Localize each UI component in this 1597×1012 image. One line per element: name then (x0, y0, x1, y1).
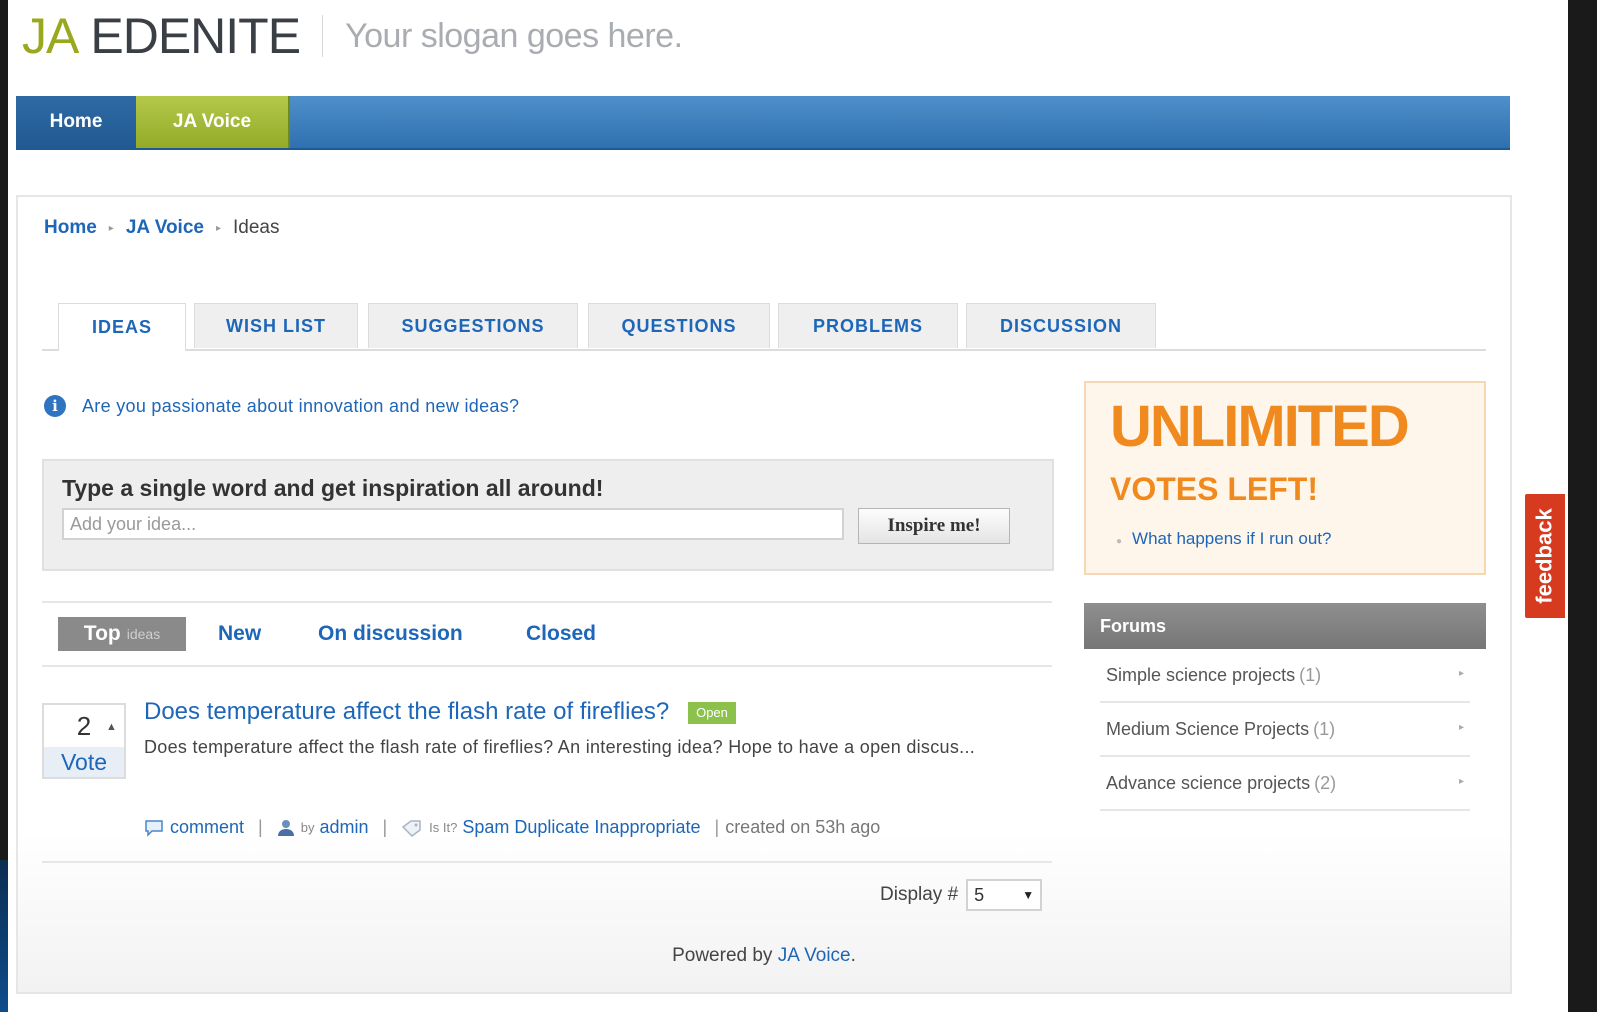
forums-header: Forums (1084, 603, 1486, 649)
forum-item[interactable]: Simple science projects (1) ▸ (1100, 649, 1470, 703)
display-count: Display # 5 ▼ (880, 879, 1043, 911)
vote-up-icon[interactable]: ▲ (106, 721, 117, 733)
meta-separator: | (382, 817, 388, 837)
meta-separator: | (258, 817, 263, 837)
tab-questions[interactable]: QUESTIONS (588, 303, 770, 348)
feedback-label: feedback (1532, 508, 1558, 604)
info-link[interactable]: Are you passionate about innovation and … (82, 396, 519, 417)
tag-icon (401, 819, 423, 837)
tab-problems[interactable]: PROBLEMS (778, 303, 958, 348)
forum-name: Simple science projects (1106, 665, 1296, 685)
idea-meta: comment | by admin | Is It? Spam Duplica… (144, 817, 880, 838)
comment-link[interactable]: comment (170, 817, 244, 838)
breadcrumb-separator-icon: ▸ (108, 222, 114, 234)
forum-count: (1) (1299, 665, 1322, 685)
breadcrumb: Home ▸ JA Voice ▸ Ideas (44, 217, 280, 239)
forum-item[interactable]: Medium Science Projects (1) ▸ (1100, 703, 1470, 757)
left-edge-strip (0, 860, 8, 1012)
powered-by-link[interactable]: JA Voice (778, 945, 851, 966)
forum-count: (2) (1314, 773, 1337, 793)
filter-closed[interactable]: Closed (526, 617, 596, 651)
forum-item[interactable]: Advance science projects (2) ▸ (1100, 757, 1470, 811)
tab-ideas[interactable]: IDEAS (58, 303, 186, 351)
site-logo[interactable]: JA EDENITE Your slogan goes here. (22, 6, 683, 66)
category-tabs: IDEAS WISH LIST SUGGESTIONS QUESTIONS PR… (42, 303, 1486, 351)
user-icon (277, 819, 295, 837)
idea-input[interactable] (62, 508, 844, 540)
forum-name: Medium Science Projects (1106, 719, 1310, 739)
inspire-box: Type a single word and get inspiration a… (42, 459, 1054, 571)
breadcrumb-current: Ideas (233, 217, 280, 238)
filter-on-discussion[interactable]: On discussion (318, 617, 463, 651)
display-label: Display # (880, 884, 959, 905)
idea-item: 2 ▲ Vote Does temperature affect the fla… (42, 698, 1052, 863)
meta-separator: | (714, 817, 720, 837)
is-it-label: Is It? (429, 820, 458, 835)
chevron-right-icon: ▸ (1458, 668, 1464, 679)
powered-by-label: Powered by (672, 945, 773, 966)
display-value: 5 (974, 885, 985, 905)
filter-top-label: Top (83, 622, 121, 645)
vote-button[interactable]: Vote (44, 747, 124, 777)
forums-module: Forums Simple science projects (1) ▸ Medi… (1084, 603, 1486, 811)
author-link[interactable]: admin (319, 817, 368, 838)
filter-top-small: ideas (126, 626, 161, 642)
filter-new[interactable]: New (218, 617, 261, 651)
forum-name: Advance science projects (1106, 773, 1311, 793)
by-label: by (300, 820, 315, 835)
site-slogan: Your slogan goes here. (345, 16, 683, 55)
breadcrumb-separator-icon: ▸ (215, 222, 222, 234)
content-panel: Home ▸ JA Voice ▸ Ideas IDEAS WISH LIST … (16, 195, 1512, 994)
idea-title-link[interactable]: Does temperature affect the flash rate o… (144, 698, 669, 726)
votes-help: ● What happens if I run out? (1116, 529, 1331, 549)
page-frame: JA EDENITE Your slogan goes here. Home J… (8, 0, 1568, 1012)
tab-suggestions[interactable]: SUGGESTIONS (368, 303, 578, 348)
chevron-right-icon: ▸ (1458, 722, 1464, 733)
flag-links[interactable]: Spam Duplicate Inappropriate (462, 817, 700, 838)
vote-widget: 2 ▲ Vote (42, 703, 126, 779)
votes-help-link[interactable]: What happens if I run out? (1132, 529, 1331, 548)
filter-top-ideas[interactable]: Top ideas (58, 617, 186, 651)
inspire-title: Type a single word and get inspiration a… (62, 475, 604, 501)
tab-discussion[interactable]: DISCUSSION (966, 303, 1156, 348)
info-icon: i (44, 395, 66, 417)
bullet-icon: ● (1116, 536, 1123, 547)
main-nav: Home JA Voice (16, 96, 1510, 150)
nav-home[interactable]: Home (16, 96, 136, 148)
info-message: i Are you passionate about innovation an… (44, 395, 519, 417)
votes-left-box: UNLIMITED VOTES LEFT! ● What happens if I… (1084, 381, 1486, 575)
powered-by: Powered by JA Voice. (18, 945, 1510, 967)
idea-description: Does temperature affect the flash rate o… (144, 737, 976, 757)
inspire-button[interactable]: Inspire me! (858, 508, 1010, 544)
logo-divider (322, 15, 324, 57)
votes-unlimited: UNLIMITED (1110, 394, 1410, 459)
breadcrumb-ja-voice[interactable]: JA Voice (126, 217, 204, 239)
logo-name: EDENITE (90, 8, 301, 64)
nav-ja-voice[interactable]: JA Voice (136, 96, 290, 148)
chevron-right-icon: ▸ (1458, 776, 1464, 787)
forum-count: (1) (1313, 719, 1336, 739)
idea-filter-bar: Top ideas New On discussion Closed (42, 601, 1052, 667)
tab-wish-list[interactable]: WISH LIST (194, 303, 358, 348)
chevron-down-icon: ▼ (1022, 888, 1035, 902)
created-time: created on 53h ago (725, 817, 881, 837)
comment-icon (144, 819, 164, 837)
feedback-tab[interactable]: feedback (1523, 492, 1565, 620)
status-badge: Open (688, 702, 736, 724)
votes-left-label: VOTES LEFT! (1110, 471, 1318, 507)
powered-by-period: . (850, 945, 856, 966)
logo-ja: JA (22, 8, 79, 64)
display-select[interactable]: 5 ▼ (966, 879, 1043, 911)
breadcrumb-home[interactable]: Home (44, 217, 97, 239)
